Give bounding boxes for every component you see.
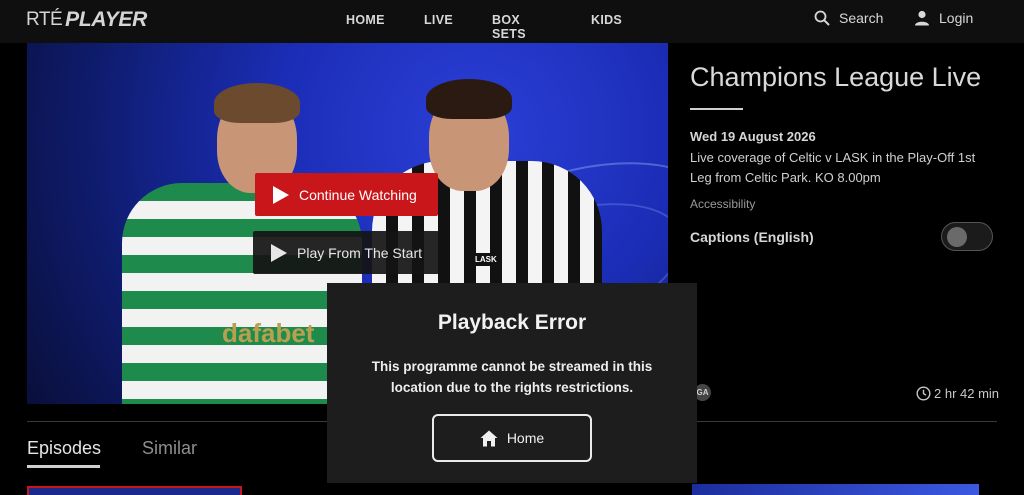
rte-player-logo[interactable]: RTÉ PLAYER <box>26 8 147 32</box>
player-left-hair <box>214 83 300 123</box>
captions-label: Captions (English) <box>690 229 814 245</box>
title-divider <box>690 108 743 110</box>
tab-similar[interactable]: Similar <box>142 438 197 459</box>
play-from-start-label: Play From The Start <box>297 244 423 261</box>
captions-toggle[interactable] <box>941 222 993 251</box>
login-label: Login <box>939 10 974 26</box>
tab-episodes[interactable]: Episodes <box>27 438 101 459</box>
duration-label: 2 hr 42 min <box>934 386 1000 401</box>
continue-watching-label: Continue Watching <box>299 186 417 203</box>
login-button[interactable]: Login <box>914 10 973 26</box>
clock-icon <box>916 386 931 401</box>
search-icon <box>814 10 830 26</box>
episode-thumbnail[interactable] <box>27 486 242 495</box>
play-icon <box>273 185 289 204</box>
toggle-knob <box>947 227 967 247</box>
active-tab-indicator <box>27 465 100 468</box>
accessibility-label: Accessibility <box>690 197 756 211</box>
home-icon <box>480 430 498 446</box>
search-button[interactable]: Search <box>814 10 883 26</box>
user-icon <box>915 10 929 26</box>
nav-kids[interactable]: KIDS <box>591 13 622 27</box>
celtic-jersey <box>122 183 362 404</box>
jersey-sponsor-text: dafabet <box>222 318 315 348</box>
logo-rte-text: RTÉ <box>26 9 63 30</box>
play-from-start-button[interactable]: Play From The Start <box>253 231 439 274</box>
episode-thumbnail-2[interactable] <box>692 484 979 495</box>
club-badge-text: LASK <box>472 253 500 266</box>
nav-live[interactable]: LIVE <box>424 13 453 27</box>
logo-player-text: PLAYER <box>65 8 147 31</box>
search-label: Search <box>839 10 884 26</box>
programme-description: Live coverage of Celtic v LASK in the Pl… <box>690 150 976 185</box>
dialog-title: Playback Error <box>437 311 587 334</box>
player-right-hair <box>426 79 512 119</box>
nav-home[interactable]: HOME <box>346 13 385 27</box>
home-button[interactable]: Home <box>432 414 592 462</box>
play-icon <box>271 243 287 262</box>
programme-title: Champions League Live <box>690 62 982 92</box>
continue-watching-button[interactable]: Continue Watching <box>255 173 438 216</box>
broadcast-date: Wed 19 August 2026 <box>690 129 816 144</box>
playback-error-dialog: Playback Error This programme cannot be … <box>327 283 697 483</box>
top-navigation-bar: RTÉ PLAYER HOME LIVE BOX SETS KIDS Searc… <box>0 0 1024 43</box>
dialog-message: This programme cannot be streamed in thi… <box>371 359 653 395</box>
nav-box-sets[interactable]: BOX SETS <box>492 13 526 41</box>
home-button-label: Home <box>506 430 545 446</box>
programme-duration: 2 hr 42 min <box>916 386 999 401</box>
